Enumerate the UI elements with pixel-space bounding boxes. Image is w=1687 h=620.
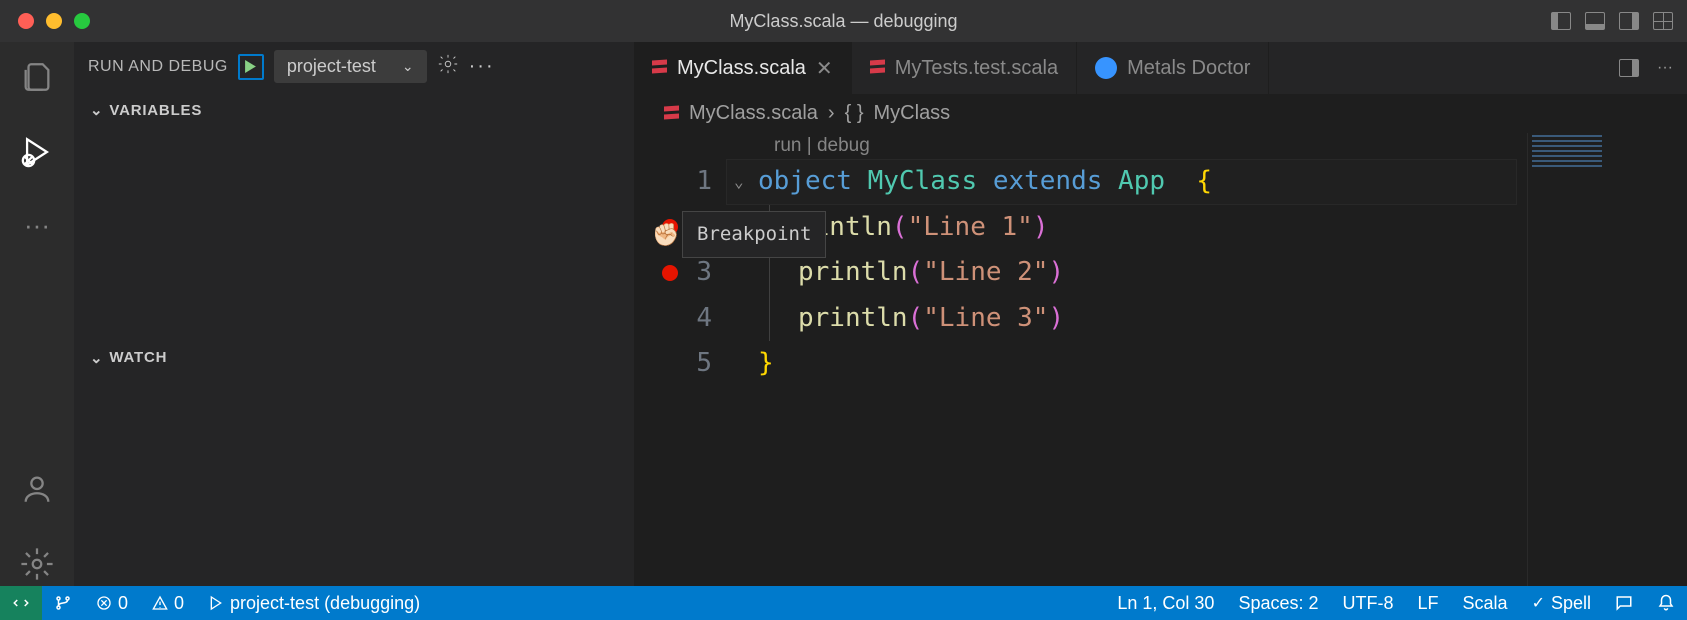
variables-body <box>74 129 634 339</box>
sidebar-title: RUN AND DEBUG <box>88 58 228 76</box>
cursor-position[interactable]: Ln 1, Col 30 <box>1105 593 1226 614</box>
tab-mytests[interactable]: MyTests.test.scala <box>852 42 1077 94</box>
code-line-1[interactable]: 1 ⌄ object MyClass extends App { <box>638 159 1527 205</box>
variables-section-header[interactable]: ⌄ VARIABLES <box>74 91 634 129</box>
problems-warnings[interactable]: 0 <box>140 593 196 614</box>
chevron-down-icon: ⌄ <box>90 101 103 119</box>
eol[interactable]: LF <box>1406 593 1451 614</box>
braces-icon: { } <box>845 102 864 125</box>
scala-file-icon <box>870 59 885 77</box>
feedback-icon[interactable] <box>1603 593 1645 614</box>
explorer-icon[interactable] <box>20 60 54 99</box>
run-debug-sidebar: RUN AND DEBUG project-test ⌄ ··· ⌄ VARIA… <box>74 42 634 586</box>
remote-indicator[interactable] <box>0 586 42 620</box>
close-icon[interactable]: ✕ <box>816 56 833 81</box>
toggle-left-panel-icon[interactable] <box>1551 12 1571 30</box>
avatar-icon <box>1095 57 1117 79</box>
status-bar: 0 0 project-test (debugging) Ln 1, Col 3… <box>0 586 1687 620</box>
minimize-window-icon[interactable] <box>46 13 62 29</box>
breakpoint-icon[interactable] <box>662 265 678 281</box>
minimap[interactable] <box>1527 133 1687 586</box>
watch-section-header[interactable]: ⌄ WATCH <box>74 339 634 377</box>
traffic-lights <box>18 13 90 29</box>
more-actions-icon[interactable]: ··· <box>469 55 495 78</box>
chevron-down-icon: ⌄ <box>402 58 414 75</box>
chevron-down-icon: ⌄ <box>90 349 103 367</box>
start-debugging-button[interactable] <box>238 54 264 80</box>
toggle-right-panel-icon[interactable] <box>1619 12 1639 30</box>
close-window-icon[interactable] <box>18 13 34 29</box>
language-mode[interactable]: Scala <box>1451 593 1520 614</box>
spell-check[interactable]: ✓Spell <box>1520 593 1603 614</box>
configure-gear-icon[interactable] <box>437 53 459 80</box>
cursor-icon: ✊🏻 <box>652 217 679 256</box>
code-editor[interactable]: Breakpoint ✊🏻 1 ⌄ object MyClass extends… <box>634 159 1527 387</box>
fold-icon[interactable]: ⌄ <box>734 168 750 196</box>
toggle-bottom-panel-icon[interactable] <box>1585 12 1605 30</box>
activity-bar: ··· <box>0 42 74 586</box>
window-title: MyClass.scala — debugging <box>729 11 957 32</box>
notifications-icon[interactable] <box>1645 593 1687 614</box>
problems-errors[interactable]: 0 <box>84 593 140 614</box>
split-editor-icon[interactable] <box>1619 59 1639 77</box>
settings-gear-icon[interactable] <box>20 547 54 586</box>
more-actions-icon[interactable]: ··· <box>1657 59 1673 77</box>
run-debug-icon[interactable] <box>20 135 54 174</box>
more-icon[interactable]: ··· <box>24 210 50 241</box>
accounts-icon[interactable] <box>20 472 54 511</box>
scala-file-icon <box>652 59 667 77</box>
encoding[interactable]: UTF-8 <box>1331 593 1406 614</box>
indentation[interactable]: Spaces: 2 <box>1226 593 1330 614</box>
watch-body <box>74 377 634 587</box>
tab-metals-doctor[interactable]: Metals Doctor <box>1077 42 1269 94</box>
titlebar: MyClass.scala — debugging <box>0 0 1687 42</box>
breadcrumbs[interactable]: MyClass.scala › { } MyClass <box>634 94 1687 133</box>
chevron-right-icon: › <box>828 102 835 125</box>
breakpoint-tooltip: Breakpoint <box>682 211 826 258</box>
maximize-window-icon[interactable] <box>74 13 90 29</box>
debug-target[interactable]: project-test (debugging) <box>196 593 432 614</box>
code-lens[interactable]: run | debug <box>634 133 1527 159</box>
debug-config-label: project-test <box>287 56 376 77</box>
code-line-5[interactable]: 5 } <box>638 341 1527 387</box>
scala-file-icon <box>664 105 679 123</box>
debug-config-select[interactable]: project-test ⌄ <box>274 50 427 83</box>
editor-area: MyClass.scala ✕ MyTests.test.scala Metal… <box>634 42 1687 586</box>
layout-controls <box>1551 12 1673 30</box>
code-line-4[interactable]: 4 println("Line 3") <box>638 296 1527 342</box>
tab-myclass[interactable]: MyClass.scala ✕ <box>634 42 852 94</box>
editor-tabs: MyClass.scala ✕ MyTests.test.scala Metal… <box>634 42 1687 94</box>
customize-layout-icon[interactable] <box>1653 12 1673 30</box>
source-control-branch[interactable] <box>42 594 84 612</box>
